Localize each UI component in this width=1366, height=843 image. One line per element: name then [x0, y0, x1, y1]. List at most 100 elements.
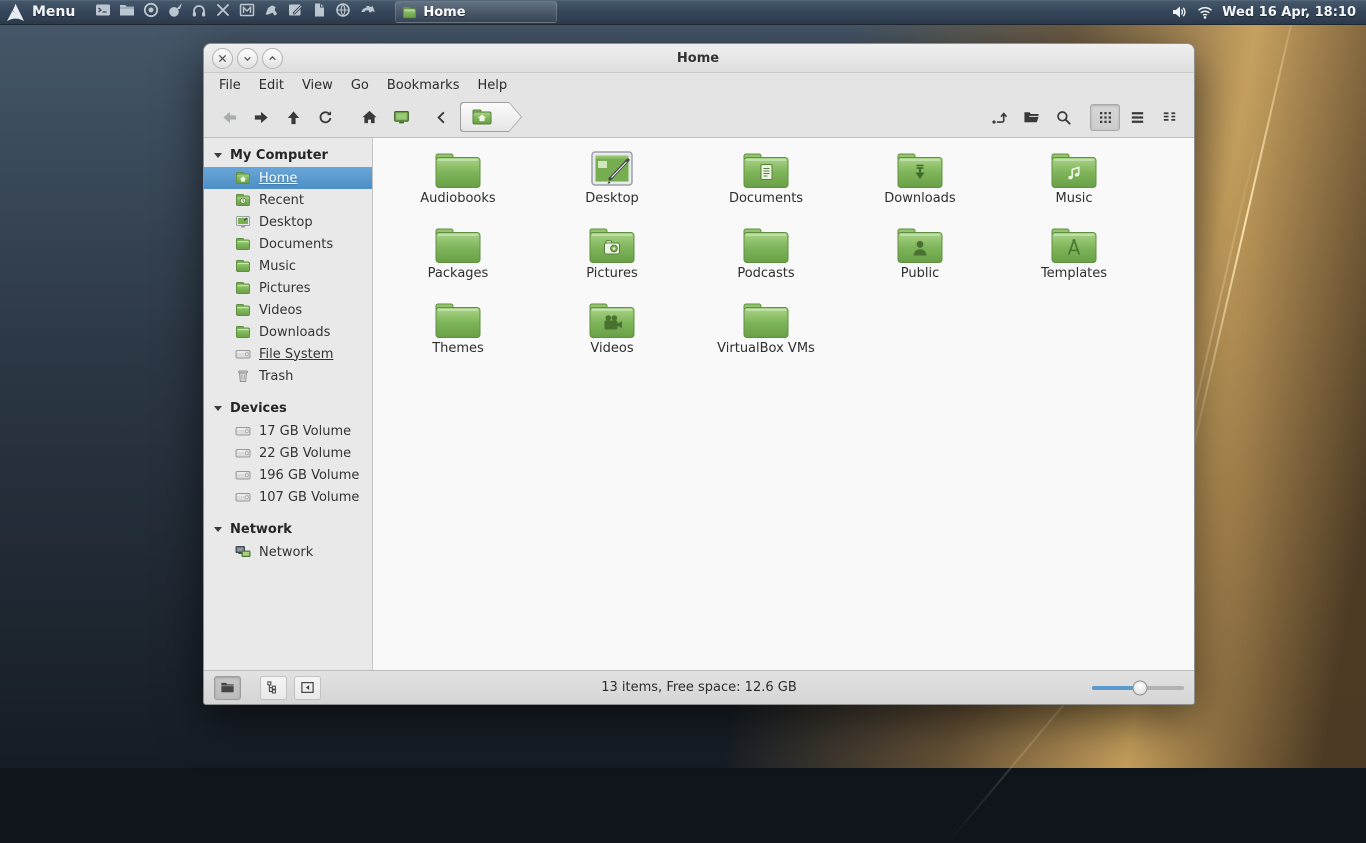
sidebar-item-desktop[interactable]: Desktop: [204, 211, 372, 233]
sidebar-item-videos[interactable]: Videos: [204, 299, 372, 321]
file-desktop[interactable]: Desktop: [535, 150, 689, 225]
toolbar-button-search[interactable]: [1048, 104, 1078, 131]
folder-small-icon: [235, 236, 251, 252]
toolbar-button-view-list[interactable]: [1122, 104, 1152, 131]
window-control-chevron-down[interactable]: [237, 47, 258, 69]
toolbar-button-desktop-screen[interactable]: [386, 104, 416, 131]
sidebar-item-documents[interactable]: Documents: [204, 233, 372, 255]
volume-icon: [1171, 4, 1187, 20]
toolbar-button-view-grid[interactable]: [1090, 103, 1120, 131]
sidebar-section-devices: Devices 17 GB Volume 22 GB Volume 196 GB…: [204, 397, 372, 508]
sidebar-item-downloads[interactable]: Downloads: [204, 321, 372, 343]
file-view[interactable]: Audiobooks Desktop Documents Downloads M…: [373, 138, 1194, 670]
launcher-paintbrush[interactable]: [163, 2, 187, 22]
file-public[interactable]: Public: [843, 225, 997, 300]
sidebar-item-17-gb-volume[interactable]: 17 GB Volume: [204, 420, 372, 442]
sidebar-section-network: Network Network: [204, 518, 372, 563]
file-music[interactable]: Music: [997, 150, 1151, 225]
sidebar-item-pictures[interactable]: Pictures: [204, 277, 372, 299]
web-browser-icon: [143, 2, 159, 22]
tray-wifi[interactable]: [1196, 4, 1213, 21]
sidebar-header-network[interactable]: Network: [204, 518, 372, 541]
refresh-icon: [317, 109, 334, 126]
launcher-globe[interactable]: [331, 2, 355, 22]
clock[interactable]: Wed 16 Apr, 18:10: [1222, 5, 1356, 20]
statusbar: 13 items, Free space: 12.6 GB: [204, 670, 1194, 704]
file-podcasts[interactable]: Podcasts: [689, 225, 843, 300]
file-themes[interactable]: Themes: [381, 300, 535, 375]
toolbar-button-location-edit[interactable]: [984, 104, 1014, 131]
sidebar-item-trash[interactable]: Trash: [204, 365, 372, 387]
file-downloads[interactable]: Downloads: [843, 150, 997, 225]
nav-button-group: [214, 104, 340, 131]
sidebar-item-196-gb-volume[interactable]: 196 GB Volume: [204, 464, 372, 486]
file-audiobooks[interactable]: Audiobooks: [381, 150, 535, 225]
launcher-text-editor[interactable]: [283, 2, 307, 22]
window-control-close[interactable]: [212, 47, 233, 69]
sidebar-item-file-system[interactable]: File System: [204, 343, 372, 365]
file-pictures[interactable]: Pictures: [535, 225, 689, 300]
zoom-slider-track[interactable]: [1092, 680, 1184, 695]
sidebar-header-my-computer[interactable]: My Computer: [204, 144, 372, 167]
toolbar-button-view-compact[interactable]: [1154, 104, 1184, 131]
zoom-slider[interactable]: [1092, 671, 1184, 704]
launcher-sewing-tool[interactable]: [259, 2, 283, 22]
toolbar-button-home[interactable]: [354, 104, 384, 131]
toolbar-button-refresh[interactable]: [310, 104, 340, 131]
window-controls: [212, 47, 283, 69]
launcher-file-manager[interactable]: [115, 2, 139, 22]
sidebar-item-network[interactable]: Network: [204, 541, 372, 563]
launcher-document[interactable]: [307, 2, 331, 22]
launcher-crossed-tools[interactable]: [211, 2, 235, 22]
window-control-chevron-up[interactable]: [262, 47, 283, 69]
menu-label: Edit: [258, 77, 284, 93]
sidebar-header-devices[interactable]: Devices: [204, 397, 372, 420]
toolbar-button-back[interactable]: [214, 104, 244, 131]
location-edit-icon: [991, 109, 1008, 126]
toolbar-button-forward[interactable]: [246, 104, 276, 131]
folder-large-icon: [434, 300, 482, 340]
applications-menu-button[interactable]: Menu: [32, 4, 75, 20]
back-icon: [221, 109, 238, 126]
sidebar-item-recent[interactable]: Recent: [204, 189, 372, 211]
launcher-terminal[interactable]: [91, 2, 115, 22]
toolbar-button-up[interactable]: [278, 104, 308, 131]
statusbar-button-treeview[interactable]: [260, 675, 287, 700]
zoom-slider-handle[interactable]: [1132, 680, 1148, 695]
file-packages[interactable]: Packages: [381, 225, 535, 300]
statusbar-button-places[interactable]: [214, 675, 241, 700]
launcher-faucet[interactable]: [355, 2, 379, 22]
toolbar-button-open-folder[interactable]: [1016, 104, 1046, 131]
menu-edit[interactable]: Edit: [250, 76, 293, 95]
panel-launchers: [91, 2, 379, 22]
file-documents[interactable]: Documents: [689, 150, 843, 225]
launcher-m-window[interactable]: [235, 2, 259, 22]
view-compact-icon: [1161, 109, 1178, 126]
menu-help[interactable]: Help: [468, 76, 516, 95]
tray-volume[interactable]: [1170, 4, 1187, 21]
file-videos[interactable]: Videos: [535, 300, 689, 375]
sidebar-item-music[interactable]: Music: [204, 255, 372, 277]
menu-view[interactable]: View: [293, 76, 342, 95]
taskbar-window-button[interactable]: Home: [395, 1, 558, 23]
launcher-headphones[interactable]: [187, 2, 211, 22]
menu-go[interactable]: Go: [342, 76, 378, 95]
chevron-left-icon: [433, 109, 450, 126]
sidebar-section-my-computer: My Computer Home Recent Desktop Document…: [204, 144, 372, 387]
forward-icon: [253, 109, 270, 126]
titlebar[interactable]: Home: [204, 44, 1194, 73]
m-window-icon: [239, 2, 255, 22]
breadcrumb-home-button[interactable]: [460, 102, 522, 132]
sidebar-item-22-gb-volume[interactable]: 22 GB Volume: [204, 442, 372, 464]
arch-icon[interactable]: [6, 3, 25, 22]
file-virtualbox-vms[interactable]: VirtualBox VMs: [689, 300, 843, 375]
menu-bookmarks[interactable]: Bookmarks: [378, 76, 469, 95]
sidebar-item-107-gb-volume[interactable]: 107 GB Volume: [204, 486, 372, 508]
sidebar-item-home[interactable]: Home: [204, 167, 372, 189]
folder-small-icon: [235, 302, 251, 318]
file-templates[interactable]: Templates: [997, 225, 1151, 300]
statusbar-button-hide-sidebar[interactable]: [294, 675, 321, 700]
launcher-web-browser[interactable]: [139, 2, 163, 22]
menu-file[interactable]: File: [210, 76, 250, 95]
breadcrumb-scroll-left-button[interactable]: [426, 104, 456, 131]
